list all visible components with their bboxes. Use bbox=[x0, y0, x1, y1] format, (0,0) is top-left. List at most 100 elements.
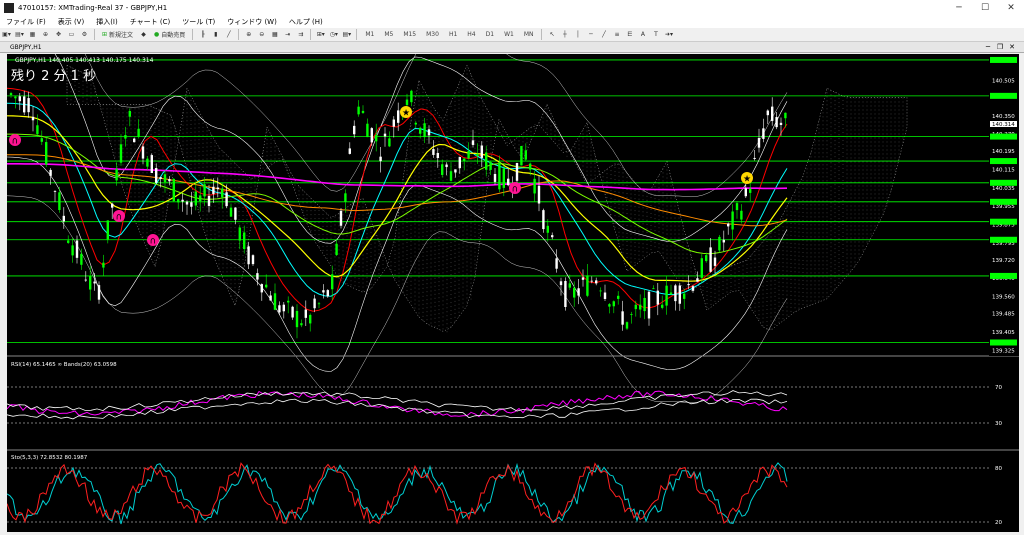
crosshair-icon[interactable]: ┼ bbox=[559, 29, 570, 40]
chart-shift-icon[interactable]: ⇥ bbox=[282, 29, 293, 40]
candle-body bbox=[674, 285, 677, 302]
candle-body bbox=[643, 297, 646, 312]
candle-body bbox=[102, 262, 105, 268]
candle-body bbox=[441, 164, 444, 175]
candle-body bbox=[555, 258, 558, 269]
new-chart-icon[interactable]: ▣▾ bbox=[1, 29, 12, 40]
candle-body bbox=[687, 284, 690, 286]
timeframe-m15[interactable]: M15 bbox=[399, 29, 420, 40]
templates-icon[interactable]: ▤▾ bbox=[341, 29, 352, 40]
price-tick-label: 139.955 bbox=[992, 204, 1015, 210]
level-price-tag bbox=[990, 339, 1017, 346]
menu-view[interactable]: 表示 (V) bbox=[52, 17, 90, 27]
new-order-icon: ⊞ bbox=[102, 31, 108, 38]
zoom-out-icon[interactable]: ⊖ bbox=[256, 29, 267, 40]
timeframe-w1[interactable]: W1 bbox=[500, 29, 518, 40]
candle-body bbox=[331, 274, 334, 290]
chart-canvas[interactable]: ★ ★ ∩ ∩ ∩ ∩ GBPJPY,H1 140.405 140.413 140.175… bbox=[6, 0, 1019, 532]
label-icon[interactable]: T bbox=[650, 29, 661, 40]
bar-chart-icon[interactable]: ┠ bbox=[197, 29, 208, 40]
auto-trading-button[interactable]: ● 自動売買 bbox=[151, 29, 188, 40]
menu-file[interactable]: ファイル (F) bbox=[0, 17, 52, 27]
candle-body bbox=[467, 150, 470, 159]
vertical-line-icon[interactable]: │ bbox=[572, 29, 583, 40]
price-panel[interactable]: ★ ★ ∩ ∩ ∩ ∩ GBPJPY,H1 140.405 140.413 140.175… bbox=[6, 0, 989, 403]
chart-restore-icon[interactable]: ❐ bbox=[994, 43, 1006, 51]
candle-body bbox=[53, 191, 57, 192]
channel-icon[interactable]: ≡ bbox=[611, 29, 622, 40]
title-bar: 47010157: XMTrading-Real 37 - GBPJPY,H1 … bbox=[0, 0, 1024, 16]
menu-window[interactable]: ウィンドウ (W) bbox=[221, 17, 283, 27]
candle-body bbox=[705, 255, 708, 262]
rsi-band-upper bbox=[6, 390, 788, 412]
tile-windows-icon[interactable]: ▦ bbox=[269, 29, 280, 40]
autoscroll-icon[interactable]: ⇉ bbox=[295, 29, 306, 40]
text-icon[interactable]: A bbox=[637, 29, 648, 40]
candle-body bbox=[419, 127, 422, 134]
market-watch-icon[interactable]: ▦ bbox=[27, 29, 38, 40]
close-icon[interactable]: ✕ bbox=[998, 3, 1024, 13]
candle-body bbox=[238, 227, 241, 241]
candle-body bbox=[529, 163, 532, 170]
fibonacci-icon[interactable]: ⋿ bbox=[624, 29, 635, 40]
navigator-icon[interactable]: ✥ bbox=[53, 29, 64, 40]
trendline-icon[interactable]: ╱ bbox=[598, 29, 609, 40]
timeframe-m1[interactable]: M1 bbox=[361, 29, 378, 40]
metaeditor-icon[interactable]: ◆ bbox=[138, 29, 149, 40]
menu-help[interactable]: ヘルプ (H) bbox=[283, 17, 329, 27]
new-order-button[interactable]: ⊞ 新規注文 bbox=[99, 29, 136, 40]
level-price-tag bbox=[990, 272, 1017, 279]
candle-body bbox=[762, 128, 765, 139]
candle-body bbox=[212, 186, 215, 194]
strategy-tester-icon[interactable]: ⚙ bbox=[79, 29, 90, 40]
candle-body bbox=[463, 158, 466, 162]
terminal-icon[interactable]: ▭ bbox=[66, 29, 77, 40]
candle-body bbox=[621, 311, 624, 325]
candle-body bbox=[115, 169, 118, 181]
profiles-icon[interactable]: ▤▾ bbox=[14, 29, 25, 40]
indicators-icon[interactable]: ⊞▾ bbox=[315, 29, 326, 40]
timeframe-h4[interactable]: H4 bbox=[463, 29, 479, 40]
candle-body bbox=[427, 129, 431, 136]
minimize-icon[interactable]: ─ bbox=[946, 3, 972, 13]
stochastic-lines bbox=[6, 462, 788, 525]
horizontal-line-icon[interactable]: ─ bbox=[585, 29, 596, 40]
timeframe-m30[interactable]: M30 bbox=[422, 29, 443, 40]
candle-body bbox=[282, 304, 285, 312]
candle-body bbox=[405, 99, 409, 106]
timeframe-d1[interactable]: D1 bbox=[482, 29, 498, 40]
menu-chart[interactable]: チャート (C) bbox=[124, 17, 177, 27]
candle-body bbox=[361, 110, 365, 113]
toolbar-separator bbox=[356, 29, 358, 40]
zoom-in-icon[interactable]: ⊕ bbox=[243, 29, 254, 40]
candle-body bbox=[260, 284, 263, 293]
timeframe-m5[interactable]: M5 bbox=[380, 29, 397, 40]
timeframe-mn[interactable]: MN bbox=[520, 29, 538, 40]
new-order-label: 新規注文 bbox=[109, 32, 134, 39]
price-axis[interactable]: 140.594140.505140.437140.350140.314140.2… bbox=[989, 54, 1019, 356]
cursor-icon[interactable]: ↖ bbox=[546, 29, 557, 40]
stochastic-panel[interactable]: Sto(5,3,3) 72.8532 80.1987 80 20 bbox=[6, 455, 1002, 526]
chart-window-title[interactable]: GBPJPY,H1 bbox=[4, 44, 48, 51]
stoch-80-label: 80 bbox=[995, 466, 1002, 472]
price-tick-label: 140.505 bbox=[992, 78, 1015, 84]
menu-tools[interactable]: ツール (T) bbox=[176, 17, 221, 27]
periods-icon[interactable]: ◷▾ bbox=[328, 29, 339, 40]
candle-body bbox=[749, 188, 752, 193]
maximize-icon[interactable]: ☐ bbox=[972, 3, 998, 13]
line-chart-icon[interactable]: ╱ bbox=[223, 29, 234, 40]
menu-insert[interactable]: 挿入(I) bbox=[90, 17, 124, 27]
arrows-icon[interactable]: ➜▾ bbox=[663, 29, 674, 40]
countdown-label: 残り 2 分 1 秒 bbox=[11, 69, 96, 84]
rsi-panel[interactable]: RSI(14) 65.1465 ∞ Bands(20) 63.0598 70 3… bbox=[6, 362, 1002, 427]
timeframe-h1[interactable]: H1 bbox=[445, 29, 461, 40]
chart-minimize-icon[interactable]: ─ bbox=[982, 43, 994, 51]
candle-body bbox=[172, 178, 175, 202]
chart-area[interactable]: ★ ★ ∩ ∩ ∩ ∩ GBPJPY,H1 140.405 140.413 140.175… bbox=[6, 0, 1019, 532]
chart-close-icon[interactable]: ✕ bbox=[1006, 43, 1018, 51]
candle-body bbox=[207, 195, 211, 206]
data-window-icon[interactable]: ⊕ bbox=[40, 29, 51, 40]
candle-body bbox=[67, 240, 70, 243]
level-price-tag bbox=[990, 198, 1017, 205]
candlestick-icon[interactable]: ▮ bbox=[210, 29, 221, 40]
